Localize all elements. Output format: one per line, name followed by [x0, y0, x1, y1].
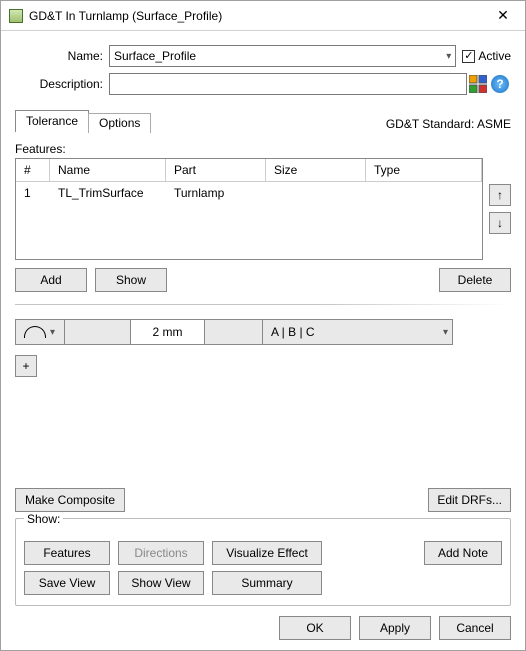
- cell-name: TL_TrimSurface: [50, 182, 166, 204]
- tol-spacer-1: [65, 319, 131, 345]
- table-header: # Name Part Size Type: [16, 159, 482, 182]
- divider: [15, 304, 511, 305]
- cell-number: 1: [16, 182, 50, 204]
- tab-options[interactable]: Options: [88, 113, 151, 133]
- cancel-button[interactable]: Cancel: [439, 616, 511, 640]
- features-button[interactable]: Features: [24, 541, 110, 565]
- features-table[interactable]: # Name Part Size Type 1 TL_TrimSurface T…: [15, 158, 483, 260]
- move-down-button[interactable]: ↓: [489, 212, 511, 234]
- add-button[interactable]: Add: [15, 268, 87, 292]
- close-button[interactable]: ✕: [481, 1, 525, 30]
- features-label: Features:: [15, 142, 511, 156]
- col-name[interactable]: Name: [50, 159, 166, 182]
- reorder-arrows: ↑ ↓: [489, 158, 511, 260]
- name-dropdown[interactable]: Surface_Profile ▾: [109, 45, 456, 67]
- symbol-dropdown[interactable]: ▾: [15, 319, 65, 345]
- make-composite-button[interactable]: Make Composite: [15, 488, 125, 512]
- name-value: Surface_Profile: [114, 49, 196, 63]
- tab-row: Tolerance Options GD&T Standard: ASME: [15, 109, 511, 131]
- name-row: Name: Surface_Profile ▾ ✓ Active: [15, 45, 511, 67]
- tab-tolerance[interactable]: Tolerance: [15, 110, 89, 132]
- color-grid-icon[interactable]: [467, 73, 489, 95]
- add-row-button[interactable]: +: [15, 355, 37, 377]
- active-label: Active: [478, 49, 511, 63]
- col-size[interactable]: Size: [266, 159, 366, 182]
- tab-content: Features: # Name Part Size Type 1 TL_Tri…: [15, 132, 511, 512]
- show-legend: Show:: [24, 512, 63, 526]
- tol-spacer-2: [205, 319, 263, 345]
- summary-button[interactable]: Summary: [212, 571, 322, 595]
- delete-button[interactable]: Delete: [439, 268, 511, 292]
- name-label: Name:: [15, 49, 109, 63]
- window-title: GD&T In Turnlamp (Surface_Profile): [29, 9, 481, 23]
- dialog-body: Name: Surface_Profile ▾ ✓ Active Descrip…: [1, 31, 525, 650]
- titlebar: GD&T In Turnlamp (Surface_Profile) ✕: [1, 1, 525, 31]
- apply-button[interactable]: Apply: [359, 616, 431, 640]
- active-checkbox[interactable]: ✓: [462, 50, 475, 63]
- cell-part: Turnlamp: [166, 182, 266, 204]
- help-icon[interactable]: ?: [489, 73, 511, 95]
- add-note-button[interactable]: Add Note: [424, 541, 502, 565]
- drf-dropdown[interactable]: A | B | C ▾: [263, 319, 453, 345]
- chevron-down-icon: ▾: [443, 327, 448, 338]
- drf-value: A | B | C: [271, 325, 315, 339]
- save-view-button[interactable]: Save View: [24, 571, 110, 595]
- description-input[interactable]: [109, 73, 467, 95]
- col-number[interactable]: #: [16, 159, 50, 182]
- dialog-window: GD&T In Turnlamp (Surface_Profile) ✕ Nam…: [0, 0, 526, 651]
- ok-button[interactable]: OK: [279, 616, 351, 640]
- cell-type: [366, 182, 482, 204]
- show-view-button[interactable]: Show View: [118, 571, 204, 595]
- description-row: Description: ?: [15, 73, 511, 95]
- app-icon: [9, 9, 23, 23]
- edit-drfs-button[interactable]: Edit DRFs...: [428, 488, 511, 512]
- tolerance-frame: ▾ 2 mm A | B | C ▾: [15, 319, 511, 345]
- show-button[interactable]: Show: [95, 268, 167, 292]
- col-type[interactable]: Type: [366, 159, 482, 182]
- surface-profile-icon: [24, 326, 46, 338]
- show-group: Show: Features Directions Visualize Effe…: [15, 518, 511, 606]
- footer-buttons: OK Apply Cancel: [15, 606, 511, 640]
- tol-value-cell[interactable]: 2 mm: [131, 319, 205, 345]
- chevron-down-icon: ▾: [50, 327, 55, 338]
- col-part[interactable]: Part: [166, 159, 266, 182]
- table-row[interactable]: 1 TL_TrimSurface Turnlamp: [16, 182, 482, 204]
- directions-button: Directions: [118, 541, 204, 565]
- cell-size: [266, 182, 366, 204]
- move-up-button[interactable]: ↑: [489, 184, 511, 206]
- visualize-effect-button[interactable]: Visualize Effect: [212, 541, 322, 565]
- description-label: Description:: [15, 77, 109, 91]
- chevron-down-icon: ▾: [446, 51, 451, 62]
- standard-text: GD&T Standard: ASME: [386, 117, 511, 131]
